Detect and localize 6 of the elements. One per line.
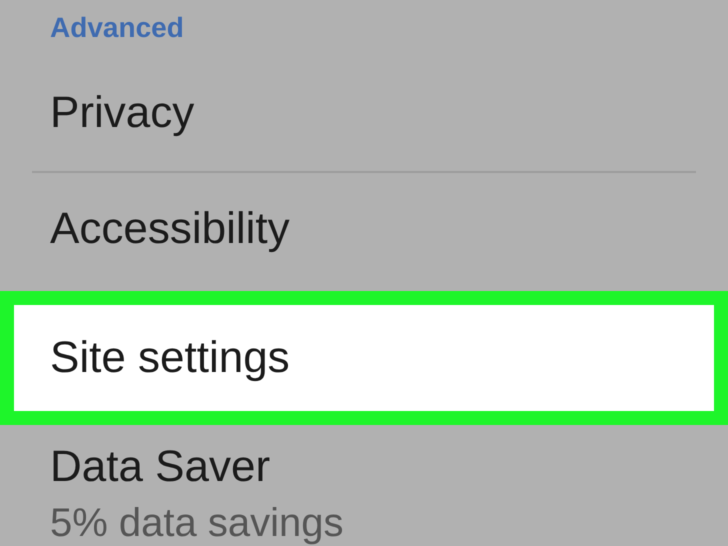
item-subtitle: 5% data savings: [50, 501, 345, 546]
section-header: Advanced: [50, 12, 184, 44]
settings-item[interactable]: Data Saver 5% data savings: [0, 425, 728, 546]
settings-item[interactable]: Site settings: [0, 290, 728, 426]
settings-item[interactable]: Privacy: [0, 56, 728, 171]
settings-item[interactable]: Accessibility: [0, 172, 728, 287]
